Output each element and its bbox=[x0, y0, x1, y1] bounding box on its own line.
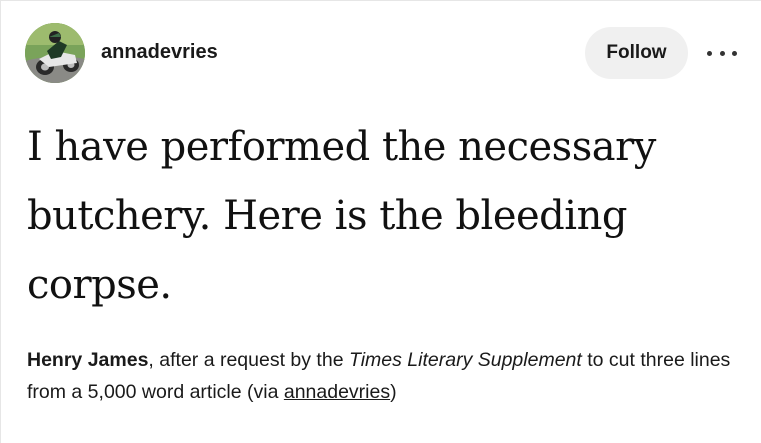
source-text-before: , after a request by the bbox=[148, 349, 349, 371]
ellipsis-icon[interactable] bbox=[707, 45, 737, 61]
quote-author: Henry James bbox=[27, 349, 149, 371]
avatar[interactable] bbox=[25, 23, 85, 83]
dot bbox=[732, 50, 737, 56]
source-text-end: ) bbox=[390, 381, 397, 403]
post-header: annadevries Follow bbox=[25, 23, 741, 83]
motorcycle-rider-icon bbox=[25, 23, 85, 83]
dot bbox=[719, 50, 725, 56]
quote-text: I have performed the necessary butchery.… bbox=[27, 124, 656, 308]
quote-source: Henry James, after a request by the Time… bbox=[27, 344, 737, 408]
username[interactable]: annadevries bbox=[101, 41, 218, 64]
post-card: annadevries Follow I have performed the … bbox=[0, 0, 761, 443]
follow-button[interactable]: Follow bbox=[585, 27, 688, 79]
dot bbox=[707, 50, 712, 56]
via-link[interactable]: annadevries bbox=[284, 381, 390, 403]
publication-name: Times Literary Supplement bbox=[348, 349, 582, 371]
